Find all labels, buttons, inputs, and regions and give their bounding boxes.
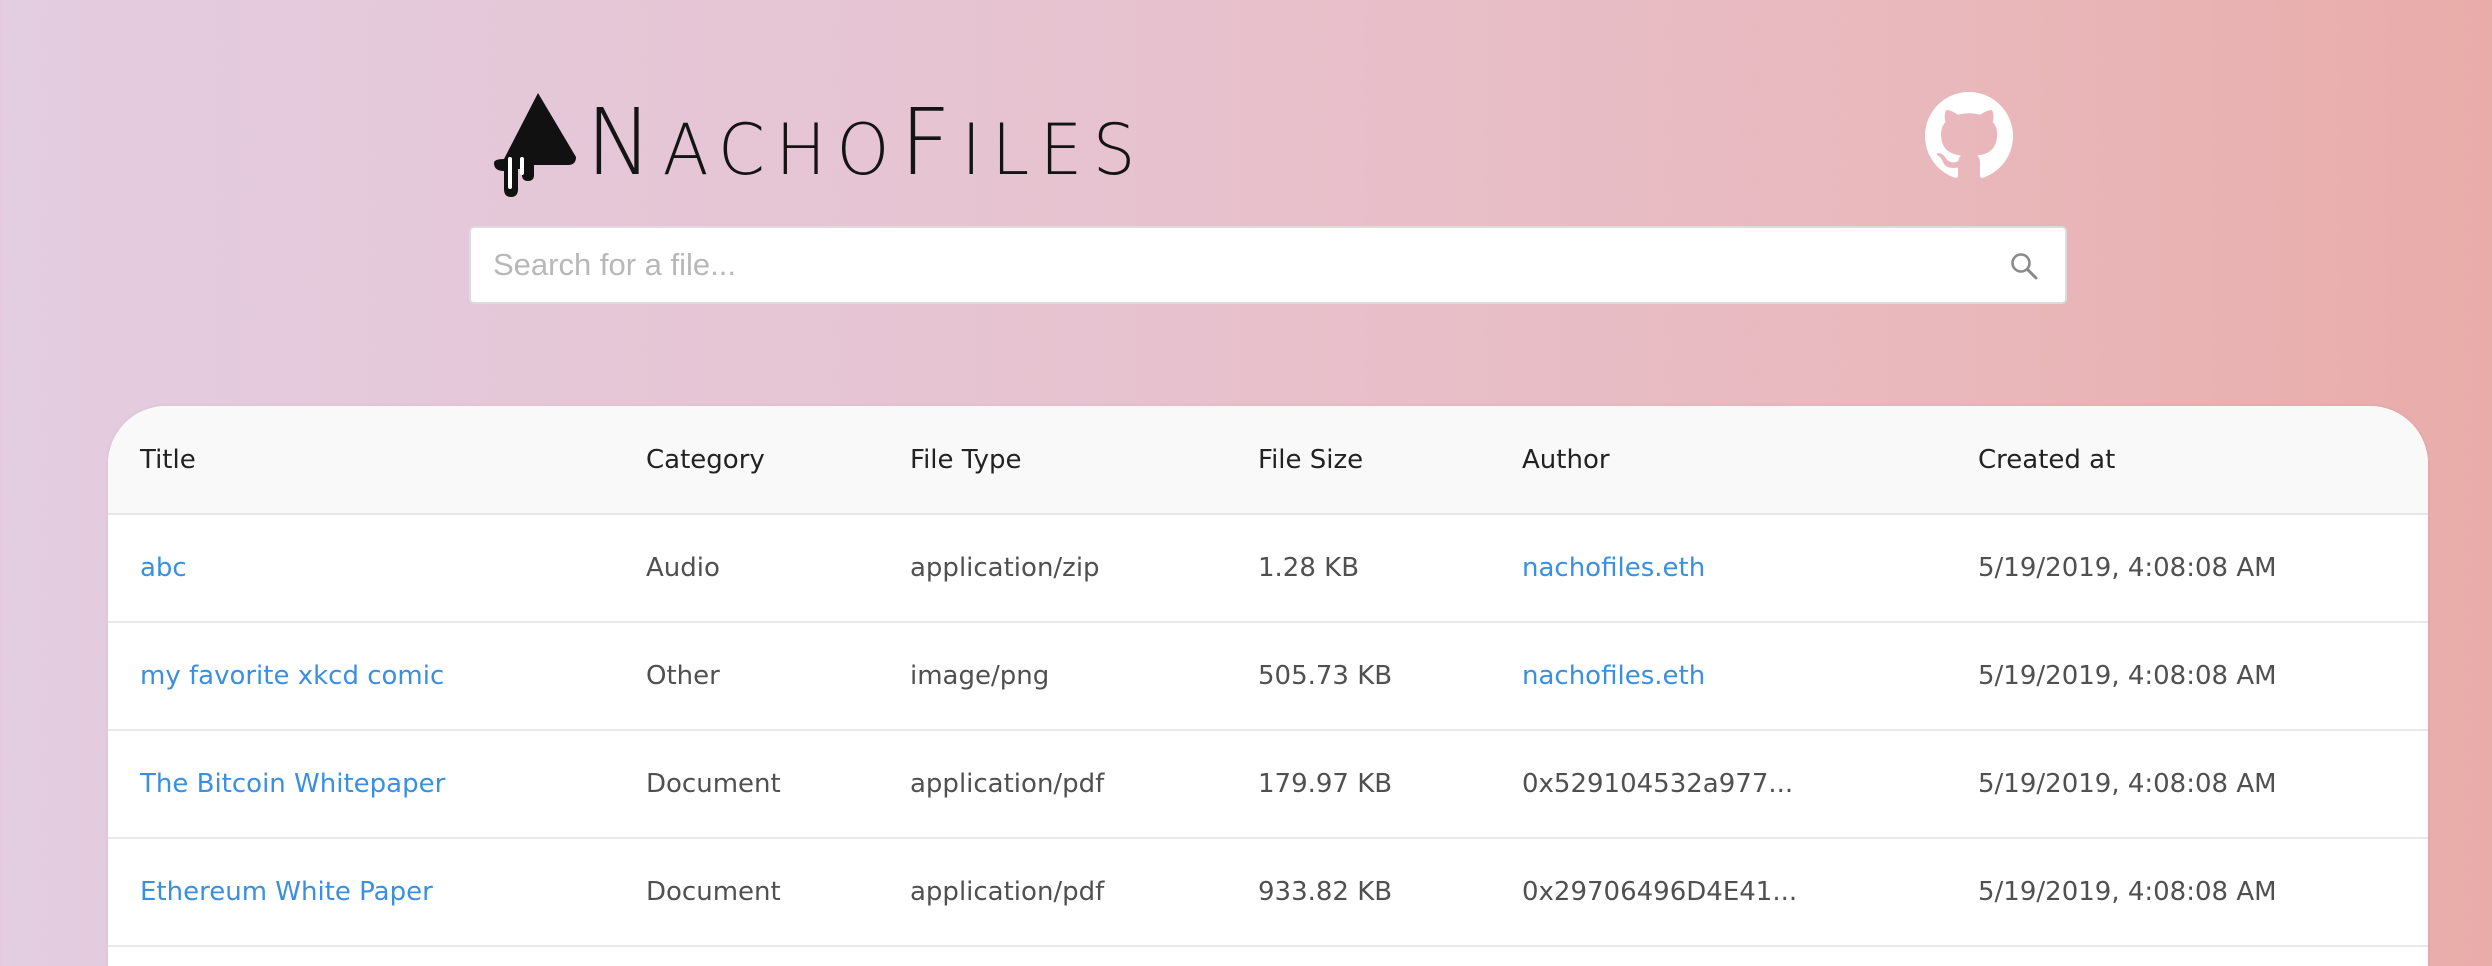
file-created-at: 5/19/2019, 4:08:08 AM [1946, 730, 2428, 839]
file-title-link[interactable]: abc [108, 514, 614, 623]
file-category: Document [614, 838, 878, 947]
file-author: 0x529104532a977... [1490, 730, 1946, 839]
column-header-file-size[interactable]: File Size [1226, 406, 1490, 515]
brand[interactable]: NachoFiles [490, 88, 1169, 198]
file-created-at: 5/19/2019, 4:08:08 AM [1946, 622, 2428, 731]
table-row: my favorite xkcd comic Other image/png 5… [108, 622, 2428, 731]
brand-name: NachoFiles [586, 97, 1146, 189]
file-type: image/png [878, 622, 1226, 731]
file-category: Document [614, 730, 878, 839]
file-category: Other [614, 622, 878, 731]
brand-name-initial-f: F [900, 89, 962, 196]
file-title-link[interactable]: Ethereum White Paper [108, 838, 614, 947]
column-header-author[interactable]: Author [1490, 406, 1946, 515]
file-type: application/pdf [878, 730, 1226, 839]
file-author-link[interactable]: nachofiles.eth [1490, 514, 1946, 623]
site-header: NachoFiles [490, 78, 2020, 198]
brand-name-initial-n: N [586, 89, 663, 196]
file-size: 1.28 KB [1226, 514, 1490, 623]
table-row: The Bitcoin Whitepaper Document applicat… [108, 730, 2428, 839]
file-type: application/pdf [878, 838, 1226, 947]
table-row: Ethereum White Paper Document applicatio… [108, 838, 2428, 947]
search-bar [469, 226, 2067, 304]
file-category: Audio [614, 514, 878, 623]
brand-name-part-acho: acho [662, 109, 901, 191]
table-header-row: Title Category File Type File Size Autho… [108, 406, 2428, 515]
file-size: 179.97 KB [1226, 730, 1490, 839]
file-title-link[interactable]: The Bitcoin Whitepaper [108, 730, 614, 839]
search-icon[interactable] [2009, 251, 2039, 281]
table-row: abc Audio application/zip 1.28 KB nachof… [108, 514, 2428, 623]
files-table-card: Title Category File Type File Size Autho… [108, 406, 2428, 966]
column-header-title[interactable]: Title [108, 406, 614, 515]
brand-name-part-iles: iles [961, 109, 1147, 191]
file-created-at: 5/19/2019, 4:08:08 AM [1946, 838, 2428, 947]
github-link[interactable] [1925, 92, 2013, 180]
column-header-created-at[interactable]: Created at [1946, 406, 2428, 515]
file-author: 0x29706496D4E41... [1490, 838, 1946, 947]
github-icon [1925, 92, 2013, 178]
files-table: Title Category File Type File Size Autho… [108, 406, 2428, 947]
file-size: 505.73 KB [1226, 622, 1490, 731]
column-header-file-type[interactable]: File Type [878, 406, 1226, 515]
search-input[interactable] [471, 228, 1971, 302]
file-title-link[interactable]: my favorite xkcd comic [108, 622, 614, 731]
column-header-category[interactable]: Category [614, 406, 878, 515]
nacho-drip-logo-icon [494, 93, 576, 197]
file-type: application/zip [878, 514, 1226, 623]
file-size: 933.82 KB [1226, 838, 1490, 947]
file-created-at: 5/19/2019, 4:08:08 AM [1946, 514, 2428, 623]
file-author-link[interactable]: nachofiles.eth [1490, 622, 1946, 731]
